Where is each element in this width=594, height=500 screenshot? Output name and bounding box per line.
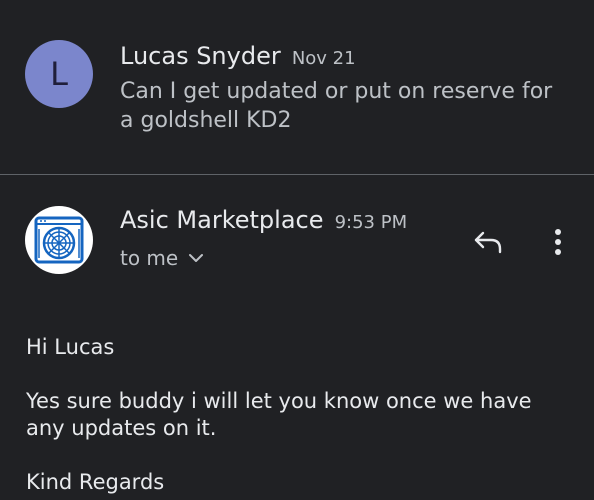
message-date: Nov 21 xyxy=(291,48,356,69)
recipient-label: to me xyxy=(120,246,179,270)
sender-name: Lucas Snyder xyxy=(120,42,281,70)
divider xyxy=(0,174,594,175)
reply-icon xyxy=(474,231,502,254)
message-snippet: Can I get updated or put on reserve for … xyxy=(120,79,553,133)
message-body: Hi Lucas Yes sure buddy i will let you k… xyxy=(26,334,566,500)
message-greeting: Hi Lucas xyxy=(26,335,115,359)
avatar-letter: L xyxy=(50,55,68,93)
collapsed-message-item[interactable]: L Lucas Snyder Nov 21 Can I get updated … xyxy=(0,0,594,174)
message-time: 9:53 PM xyxy=(334,212,408,233)
message-paragraph: Yes sure buddy i will let you know once … xyxy=(26,389,532,440)
more-vert-icon xyxy=(555,229,561,255)
asic-miner-logo-icon xyxy=(34,216,84,264)
reply-button[interactable] xyxy=(468,222,508,262)
more-options-button[interactable] xyxy=(540,222,576,262)
chevron-down-icon xyxy=(189,254,204,262)
sender-name: Asic Marketplace xyxy=(120,206,324,234)
message-signoff: Kind Regards xyxy=(26,470,165,494)
recipient-details-toggle[interactable]: to me xyxy=(120,246,204,270)
sender-avatar xyxy=(25,206,93,274)
email-thread-view: L Lucas Snyder Nov 21 Can I get updated … xyxy=(0,0,594,500)
open-message-sender-line: Asic Marketplace 9:53 PM xyxy=(120,206,407,234)
avatar: L xyxy=(25,40,93,108)
sender-line: Lucas Snyder Nov 21 xyxy=(120,42,356,70)
